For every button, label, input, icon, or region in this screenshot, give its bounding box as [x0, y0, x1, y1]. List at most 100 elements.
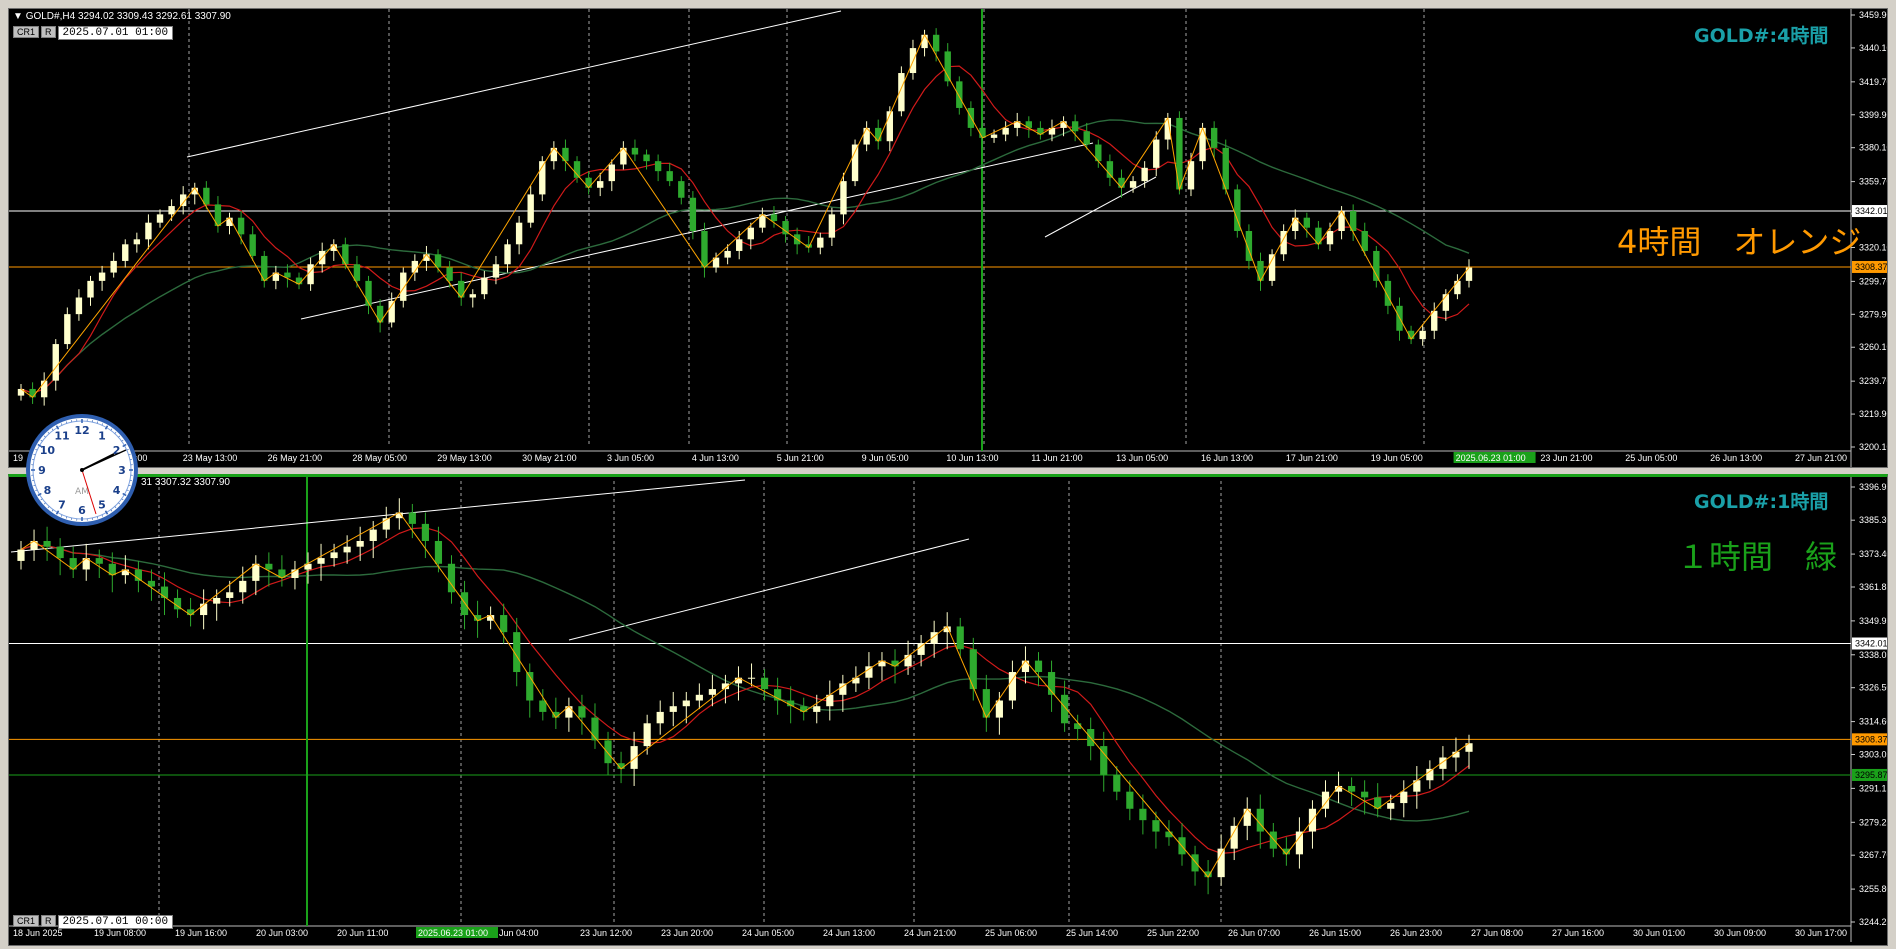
clock-center [80, 468, 84, 472]
h4-corner-label: GOLD#:4時間 [1694, 25, 1829, 47]
candle-body [585, 177, 592, 188]
r-tag[interactable]: R [41, 915, 56, 927]
time-tick-label: 11 Jun 21:00 [1031, 453, 1082, 463]
candle-body [87, 280, 94, 298]
candle-body [122, 244, 129, 261]
time-tick-label: 20 Jun 11:00 [337, 928, 388, 938]
candle-body [956, 626, 964, 650]
candle-body [1230, 825, 1238, 849]
time-tick-label: 19 [13, 453, 23, 463]
trendline [1044, 176, 1157, 238]
candle-body [573, 161, 581, 178]
candle-body [1034, 660, 1043, 673]
cr-tag[interactable]: CR1 [13, 26, 40, 38]
h1-chart-canvas[interactable]: 3396.95 3385.30 3373.40 3361.85 3349.95 3338.… [9, 477, 1887, 942]
time-tick-label: 2025.06.23 01:00 [1456, 453, 1526, 463]
time-tick-label: 19 Jun 08:00 [94, 928, 146, 938]
price-tick-label: 3314.60 [1859, 717, 1887, 727]
price-badge-label: 3342.01 [1855, 639, 1887, 649]
clock-number: 8 [44, 484, 52, 497]
candle-body [747, 677, 756, 679]
price-tick-label: 3320.10 [1859, 242, 1887, 252]
r-tag[interactable]: R [41, 26, 56, 38]
candle-body [1400, 791, 1408, 804]
candle-body [1303, 217, 1311, 228]
candle-body [1139, 808, 1147, 821]
candle-body [469, 294, 476, 298]
price-tick-label: 3219.90 [1859, 409, 1887, 419]
candle-body [682, 700, 690, 707]
candle-body [1002, 127, 1009, 135]
h4-ohlc: 3294.02 3309.43 3292.61 3307.90 [77, 11, 231, 22]
time-tick-label: 23 Jun 20:00 [661, 928, 713, 938]
time-tick-label: 23 Jun 12:00 [580, 928, 632, 938]
time-tick-label: 26 Jun 13:00 [1710, 453, 1762, 463]
candle-body [1061, 694, 1069, 724]
clock-number: 3 [118, 464, 126, 477]
candle-body [168, 206, 175, 215]
candle-body [43, 540, 51, 547]
candle-body [817, 237, 824, 248]
price-tick-label: 3267.70 [1859, 850, 1887, 860]
h1-time-box: 2025.07.01 00:00 [57, 915, 174, 929]
candle-body [708, 689, 716, 695]
clock-number: 1 [98, 429, 106, 442]
candle-body [353, 264, 361, 281]
candle-body [1129, 181, 1137, 188]
moving-average-slow [20, 544, 1470, 822]
h4-chart-canvas[interactable]: 3459.90 3440.10 3419.70 3399.90 3380.10 3359.… [9, 9, 1887, 467]
time-tick-label: 13 Jun 05:00 [1116, 453, 1168, 463]
chart-pane-h4[interactable]: 3459.90 3440.10 3419.70 3399.90 3380.10 3359.… [8, 8, 1888, 468]
candle-body [343, 546, 351, 553]
cr-tag[interactable]: CR1 [13, 915, 40, 927]
clock-number: 9 [38, 464, 46, 477]
analog-clock: 12 1234567891011 AM [26, 414, 138, 526]
candle-body [1152, 820, 1160, 832]
candle-body [1118, 177, 1125, 188]
time-tick-label: 27 Jun 08:00 [1471, 928, 1523, 938]
h1-header: 31 3307.32 3307.90 [141, 477, 230, 488]
chart-pane-h1[interactable]: 3396.95 3385.30 3373.40 3361.85 3349.95 3338.… [8, 474, 1888, 946]
candle-body [527, 194, 534, 223]
candle-body [747, 227, 754, 240]
candle-body [237, 217, 245, 235]
candle-body [388, 300, 395, 323]
time-tick-label: 2025.06.23 01:00 [418, 928, 488, 938]
candle-body [17, 549, 25, 561]
clock-number: 6 [78, 504, 86, 517]
price-tick-label: 3396.95 [1859, 482, 1887, 492]
candle-body [969, 649, 977, 690]
candle-body [724, 250, 731, 258]
clock-number: 4 [113, 484, 121, 497]
candle-body [504, 244, 511, 265]
candle-body [631, 147, 639, 155]
candle-body [1326, 231, 1334, 245]
h4-time-indicator: CR1 R 2025.07.01 01:00 [13, 26, 174, 40]
candle-body [156, 214, 164, 223]
price-tick-label: 3361.85 [1859, 582, 1887, 592]
price-tick-label: 3244.25 [1859, 917, 1887, 927]
time-tick-label: 27 Jun 16:00 [1552, 928, 1604, 938]
candle-body [597, 181, 604, 188]
clock-number: 12 [74, 424, 89, 437]
candle-body [643, 154, 650, 162]
time-tick-label: 24 Jun 13:00 [823, 928, 875, 938]
candle-body [695, 694, 703, 701]
candle-body [460, 592, 469, 616]
candle-body [421, 523, 429, 541]
candle-body [1454, 280, 1461, 295]
candle-body [330, 552, 338, 559]
zigzag-line [20, 33, 1470, 398]
h1-ohlc: 31 3307.32 3307.90 [141, 477, 230, 488]
candle-body [317, 558, 325, 564]
zigzag-line [20, 511, 1470, 878]
price-tick-label: 3359.70 [1859, 177, 1887, 187]
price-tick-label: 3440.10 [1859, 43, 1887, 53]
candle-body [1373, 250, 1380, 281]
h1-big-text: １時間 緑 [1677, 538, 1838, 576]
candle-body [630, 746, 638, 769]
dropdown-arrow-icon[interactable]: ▼ [13, 11, 23, 22]
candle-body [1113, 774, 1121, 792]
candle-body [774, 689, 782, 701]
price-tick-label: 3380.10 [1859, 143, 1887, 153]
